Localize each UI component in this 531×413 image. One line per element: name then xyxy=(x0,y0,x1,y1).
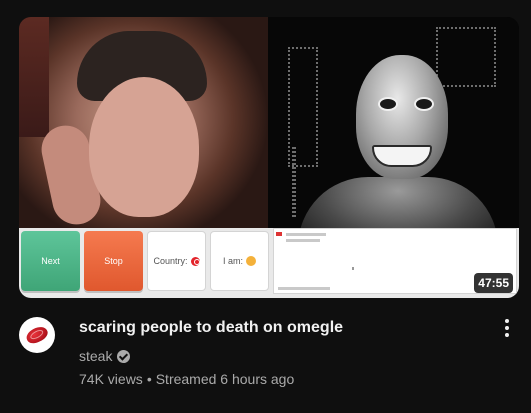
stats-separator: • xyxy=(146,371,152,387)
channel-avatar[interactable] xyxy=(19,317,55,353)
video-thumbnail[interactable]: Next Stop Country: I am: 47:55 xyxy=(19,17,519,298)
next-button: Next xyxy=(21,231,80,291)
right-webcam-image xyxy=(268,17,519,228)
turkey-flag-icon xyxy=(190,256,200,266)
channel-name-row[interactable]: steak xyxy=(79,348,131,364)
country-label: Country: xyxy=(153,256,188,266)
steak-icon xyxy=(24,323,50,347)
i-am-label: I am: xyxy=(222,256,243,266)
stream-time: Streamed 6 hours ago xyxy=(155,371,295,387)
country-indicator: Country: xyxy=(147,231,206,291)
more-vert-icon[interactable] xyxy=(495,316,519,340)
channel-name[interactable]: steak xyxy=(79,348,112,364)
video-title[interactable]: scaring people to death on omegle xyxy=(79,317,479,339)
video-card[interactable]: Next Stop Country: I am: 47:55 scaring p… xyxy=(19,17,519,413)
emoji-icon xyxy=(246,256,256,266)
omegle-controls-bar: Next Stop Country: I am: xyxy=(19,228,519,298)
view-count: 74K views xyxy=(79,371,143,387)
video-stats: 74K views • Streamed 6 hours ago xyxy=(79,371,294,387)
video-details: scaring people to death on omegle steak … xyxy=(19,314,519,404)
verified-check-icon xyxy=(117,349,131,363)
left-webcam-image xyxy=(19,17,268,229)
stop-button: Stop xyxy=(84,231,143,291)
i-am-indicator: I am: xyxy=(210,231,269,291)
flag-icon xyxy=(276,232,282,236)
duration-badge: 47:55 xyxy=(474,273,513,293)
